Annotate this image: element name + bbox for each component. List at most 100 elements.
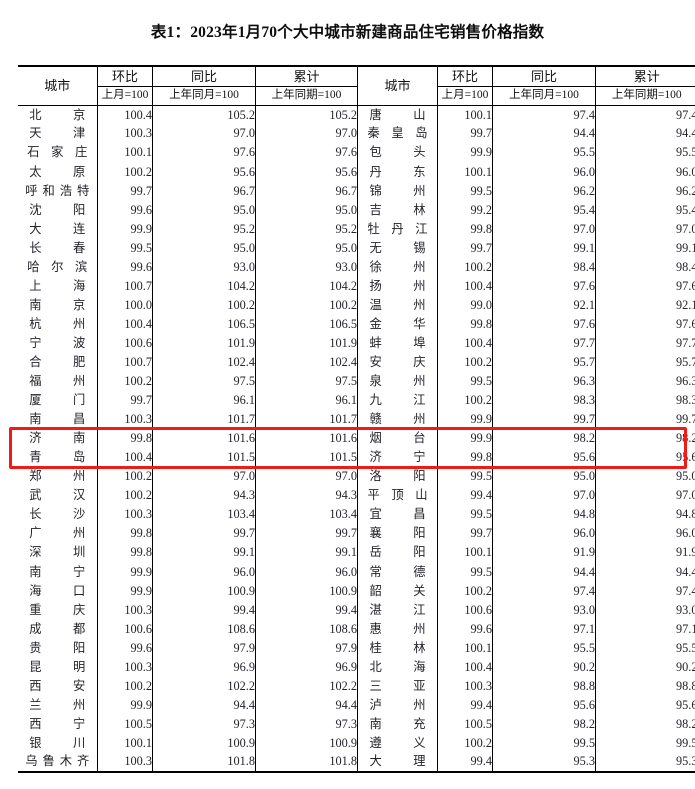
value-mom-left: 99.9 (97, 581, 153, 601)
city-name-cell: 长沙 (17, 504, 98, 525)
city-name-cell: 无锡 (357, 238, 438, 258)
value-cum-right: 93.0 (595, 600, 695, 620)
header-sub-yoy-left: 上年同月=100 (152, 85, 256, 106)
value-yoy-right: 97.4 (492, 581, 596, 601)
value-yoy-right: 95.3 (492, 752, 596, 773)
value-cum-right: 98.2 (595, 428, 695, 448)
table-row: 海口99.9100.9100.9韶关100.297.497.4 (17, 581, 695, 601)
city-name-cell: 天津 (17, 124, 98, 144)
value-mom-right: 99.7 (437, 124, 493, 144)
city-name-cell: 烟台 (357, 428, 438, 448)
value-mom-left: 100.2 (97, 485, 153, 505)
value-yoy-left: 97.5 (152, 371, 256, 391)
value-cum-right: 97.7 (595, 333, 695, 353)
value-yoy-left: 104.2 (152, 276, 256, 296)
table-row: 昆明100.396.996.9北海100.490.290.2 (17, 657, 695, 677)
value-yoy-left: 95.2 (152, 219, 256, 239)
value-cum-right: 95.0 (595, 466, 695, 486)
value-mom-right: 99.4 (437, 752, 493, 773)
value-yoy-right: 97.0 (492, 485, 596, 505)
city-name-cell: 乌鲁木齐 (17, 752, 98, 773)
city-name-cell: 包头 (357, 143, 438, 163)
price-index-table: 城市 环比 同比 累计 城市 环比 同比 累计 上月=100 上年同月=100 … (17, 65, 695, 773)
value-cum-right: 92.1 (595, 295, 695, 315)
value-cum-left: 100.9 (255, 733, 358, 753)
value-mom-right: 99.9 (437, 428, 493, 448)
value-mom-right: 99.4 (437, 695, 493, 715)
city-name-cell: 沈阳 (17, 200, 98, 220)
value-cum-right: 95.7 (595, 352, 695, 372)
value-mom-right: 100.4 (437, 276, 493, 296)
value-yoy-right: 97.6 (492, 314, 596, 334)
value-mom-left: 100.1 (97, 143, 153, 163)
value-mom-left: 100.3 (97, 752, 153, 773)
value-mom-right: 99.6 (437, 619, 493, 639)
value-cum-right: 95.5 (595, 143, 695, 163)
city-name-cell: 太原 (17, 162, 98, 182)
value-yoy-left: 100.2 (152, 295, 256, 315)
value-yoy-left: 99.7 (152, 524, 256, 544)
city-name-cell: 重庆 (17, 600, 98, 620)
table-row: 青岛100.4101.5101.5济宁99.895.695.6 (17, 447, 695, 467)
value-cum-right: 97.6 (595, 276, 695, 296)
city-name-cell: 金华 (357, 314, 438, 334)
value-mom-left: 100.3 (97, 657, 153, 677)
city-name-cell: 深圳 (17, 543, 98, 563)
value-yoy-right: 97.4 (492, 105, 596, 125)
value-cum-left: 99.1 (255, 543, 358, 563)
table-row: 郑州100.297.097.0洛阳99.595.095.0 (17, 466, 695, 486)
value-cum-left: 96.7 (255, 181, 358, 201)
value-mom-right: 100.4 (437, 657, 493, 677)
value-cum-left: 94.4 (255, 695, 358, 715)
value-cum-left: 108.6 (255, 619, 358, 639)
city-name-cell: 长春 (17, 238, 98, 258)
value-mom-right: 100.2 (437, 257, 493, 277)
value-yoy-left: 97.0 (152, 466, 256, 486)
value-cum-right: 94.8 (595, 504, 695, 525)
value-yoy-left: 95.0 (152, 200, 256, 220)
city-name-cell: 遵义 (357, 733, 438, 753)
table-row: 呼和浩特99.796.796.7锦州99.596.296.2 (17, 181, 695, 201)
value-cum-left: 103.4 (255, 504, 358, 525)
value-yoy-right: 95.5 (492, 638, 596, 658)
value-mom-left: 100.2 (97, 466, 153, 486)
value-cum-left: 105.2 (255, 105, 358, 125)
value-yoy-right: 98.8 (492, 676, 596, 696)
value-cum-left: 96.0 (255, 562, 358, 582)
value-mom-left: 100.4 (97, 447, 153, 467)
value-yoy-left: 108.6 (152, 619, 256, 639)
value-cum-left: 102.2 (255, 676, 358, 696)
city-name-cell: 济宁 (357, 447, 438, 467)
city-name-cell: 襄阳 (357, 524, 438, 544)
city-name-cell: 唐山 (357, 105, 438, 125)
value-yoy-left: 100.9 (152, 581, 256, 601)
table-row: 兰州99.994.494.4泸州99.495.695.6 (17, 695, 695, 715)
value-mom-right: 99.8 (437, 447, 493, 467)
value-mom-left: 100.1 (97, 733, 153, 753)
value-yoy-right: 99.5 (492, 733, 596, 753)
value-mom-right: 99.8 (437, 219, 493, 239)
city-name-cell: 厦门 (17, 390, 98, 410)
city-name-cell: 北海 (357, 657, 438, 677)
value-cum-left: 95.6 (255, 162, 358, 182)
value-mom-left: 99.6 (97, 257, 153, 277)
value-cum-right: 94.4 (595, 124, 695, 144)
value-cum-left: 94.3 (255, 485, 358, 505)
value-cum-right: 99.5 (595, 733, 695, 753)
value-cum-left: 99.4 (255, 600, 358, 620)
value-cum-left: 97.3 (255, 714, 358, 734)
value-yoy-left: 96.9 (152, 657, 256, 677)
city-name-cell: 杭州 (17, 314, 98, 334)
value-mom-left: 100.7 (97, 352, 153, 372)
value-mom-right: 99.7 (437, 238, 493, 258)
value-mom-left: 100.2 (97, 676, 153, 696)
value-yoy-right: 94.8 (492, 504, 596, 525)
value-yoy-right: 95.7 (492, 352, 596, 372)
header-group-yoy-left: 同比 (152, 65, 256, 87)
city-name-cell: 大理 (357, 752, 438, 773)
value-yoy-right: 96.3 (492, 371, 596, 391)
value-yoy-left: 101.9 (152, 333, 256, 353)
value-mom-left: 99.6 (97, 200, 153, 220)
value-mom-right: 100.1 (437, 105, 493, 125)
value-yoy-left: 95.0 (152, 238, 256, 258)
